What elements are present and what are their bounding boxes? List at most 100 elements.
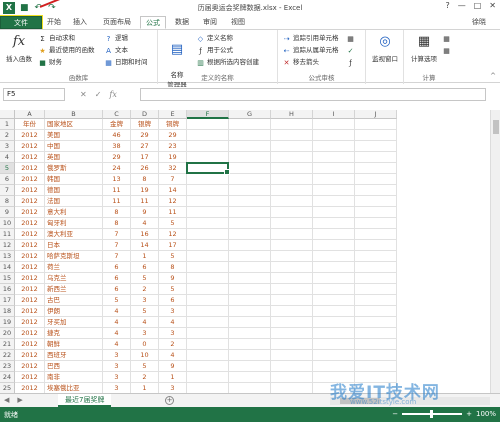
cell-j2[interactable]: [355, 130, 397, 141]
cell-h10[interactable]: [271, 218, 313, 229]
cell-d17[interactable]: 3: [131, 295, 159, 306]
cell-j5[interactable]: [355, 163, 397, 174]
cell-e25[interactable]: 3: [159, 383, 187, 393]
cell-b3[interactable]: 中国: [45, 141, 103, 152]
maximize-button[interactable]: □: [474, 1, 482, 10]
cell-j7[interactable]: [355, 185, 397, 196]
cell-g21[interactable]: [229, 339, 271, 350]
cell-i15[interactable]: [313, 273, 355, 284]
cell-i3[interactable]: [313, 141, 355, 152]
cell-c18[interactable]: 4: [103, 306, 131, 317]
cell-f12[interactable]: [187, 240, 229, 251]
cell-g3[interactable]: [229, 141, 271, 152]
cell-e21[interactable]: 2: [159, 339, 187, 350]
help-button[interactable]: ?: [445, 1, 449, 10]
tab-view[interactable]: 视图: [226, 16, 250, 29]
cell-e13[interactable]: 5: [159, 251, 187, 262]
cell-f3[interactable]: [187, 141, 229, 152]
cell-a4[interactable]: 2012: [15, 152, 45, 163]
cell-g24[interactable]: [229, 372, 271, 383]
cell-e23[interactable]: 9: [159, 361, 187, 372]
vertical-scrollbar[interactable]: [490, 110, 500, 393]
cell-a2[interactable]: 2012: [15, 130, 45, 141]
cell-e9[interactable]: 11: [159, 207, 187, 218]
cell-i11[interactable]: [313, 229, 355, 240]
cell-c7[interactable]: 11: [103, 185, 131, 196]
zoom-level[interactable]: 100%: [476, 410, 496, 418]
cell-b15[interactable]: 乌克兰: [45, 273, 103, 284]
cell-c2[interactable]: 46: [103, 130, 131, 141]
cell-j21[interactable]: [355, 339, 397, 350]
cell-j4[interactable]: [355, 152, 397, 163]
row-header[interactable]: 11: [0, 229, 15, 240]
cell-i18[interactable]: [313, 306, 355, 317]
cell-g5[interactable]: [229, 163, 271, 174]
cell-d22[interactable]: 10: [131, 350, 159, 361]
cell-i12[interactable]: [313, 240, 355, 251]
cell-h2[interactable]: [271, 130, 313, 141]
cell-e7[interactable]: 14: [159, 185, 187, 196]
cell-b5[interactable]: 俄罗斯: [45, 163, 103, 174]
cell-i8[interactable]: [313, 196, 355, 207]
trace-precedents-button[interactable]: ⇢ 追踪引用单元格: [282, 33, 339, 44]
cell-h18[interactable]: [271, 306, 313, 317]
row-header[interactable]: 9: [0, 207, 15, 218]
create-from-selection-button[interactable]: ▥ 根据所选内容创建: [196, 57, 259, 68]
row-header[interactable]: 15: [0, 273, 15, 284]
cell-h11[interactable]: [271, 229, 313, 240]
prev-sheet-icon[interactable]: ◀: [4, 396, 9, 404]
cell-a25[interactable]: 2012: [15, 383, 45, 393]
cell-a13[interactable]: 2012: [15, 251, 45, 262]
cell-f11[interactable]: [187, 229, 229, 240]
cell-b24[interactable]: 南非: [45, 372, 103, 383]
cell-h17[interactable]: [271, 295, 313, 306]
row-header[interactable]: 10: [0, 218, 15, 229]
cell-b16[interactable]: 新西兰: [45, 284, 103, 295]
cell-e2[interactable]: 29: [159, 130, 187, 141]
enter-icon[interactable]: ✓: [95, 88, 102, 101]
cell-a14[interactable]: 2012: [15, 262, 45, 273]
cell-f8[interactable]: [187, 196, 229, 207]
cell-d4[interactable]: 17: [131, 152, 159, 163]
cell-b13[interactable]: 哈萨克斯坦: [45, 251, 103, 262]
cell-f1[interactable]: [187, 119, 229, 130]
cell-h3[interactable]: [271, 141, 313, 152]
cell-a17[interactable]: 2012: [15, 295, 45, 306]
row-header[interactable]: 7: [0, 185, 15, 196]
show-formulas-button[interactable]: ▦: [346, 33, 357, 44]
cell-e22[interactable]: 4: [159, 350, 187, 361]
cell-e20[interactable]: 3: [159, 328, 187, 339]
row-header[interactable]: 16: [0, 284, 15, 295]
zoom-out-button[interactable]: −: [392, 410, 398, 418]
cell-a9[interactable]: 2012: [15, 207, 45, 218]
cell-e8[interactable]: 12: [159, 196, 187, 207]
cell-d10[interactable]: 4: [131, 218, 159, 229]
cell-f14[interactable]: [187, 262, 229, 273]
cell-c24[interactable]: 3: [103, 372, 131, 383]
cell-i10[interactable]: [313, 218, 355, 229]
cell-g18[interactable]: [229, 306, 271, 317]
cell-h23[interactable]: [271, 361, 313, 372]
cell-b18[interactable]: 伊朗: [45, 306, 103, 317]
cell-g2[interactable]: [229, 130, 271, 141]
cell-h9[interactable]: [271, 207, 313, 218]
cell-h8[interactable]: [271, 196, 313, 207]
cell-d20[interactable]: 3: [131, 328, 159, 339]
cell-i2[interactable]: [313, 130, 355, 141]
cell-h20[interactable]: [271, 328, 313, 339]
cell-b10[interactable]: 匈牙利: [45, 218, 103, 229]
row-header[interactable]: 13: [0, 251, 15, 262]
cell-e18[interactable]: 3: [159, 306, 187, 317]
tab-insert[interactable]: 插入: [68, 16, 92, 29]
cell-d23[interactable]: 5: [131, 361, 159, 372]
cell-g4[interactable]: [229, 152, 271, 163]
cell-i5[interactable]: [313, 163, 355, 174]
cell-a20[interactable]: 2012: [15, 328, 45, 339]
cell-d3[interactable]: 27: [131, 141, 159, 152]
cell-i7[interactable]: [313, 185, 355, 196]
cell-d15[interactable]: 5: [131, 273, 159, 284]
error-checking-button[interactable]: ✓: [346, 45, 357, 56]
cell-i16[interactable]: [313, 284, 355, 295]
cell-b4[interactable]: 英国: [45, 152, 103, 163]
row-header[interactable]: 20: [0, 328, 15, 339]
